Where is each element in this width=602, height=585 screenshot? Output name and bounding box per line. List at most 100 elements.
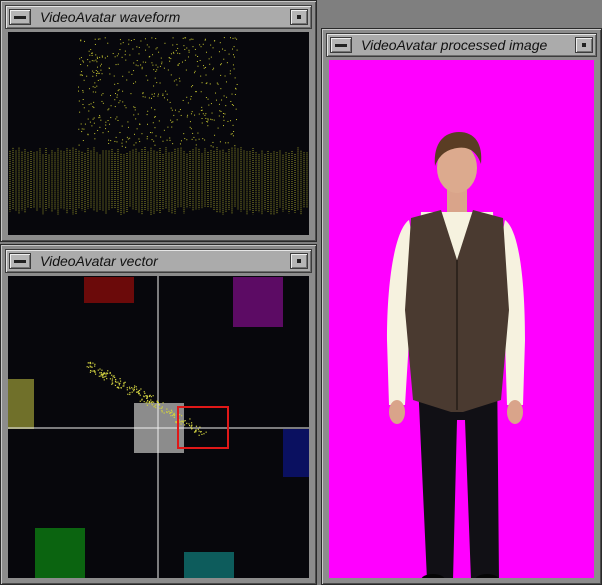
waveform-trace-dot: [100, 119, 102, 121]
waveform-trace-dot: [211, 119, 213, 121]
waveform-trace-dot: [195, 91, 197, 93]
waveform-trace-dot: [225, 142, 227, 144]
waveform-trace-dot: [78, 100, 80, 102]
waveform-trace-dot: [229, 73, 231, 75]
vector-trace-dot: [144, 392, 146, 394]
waveform-trace-dot: [95, 59, 97, 61]
waveform-trace-dot: [157, 66, 159, 68]
waveform-trace-dot: [227, 142, 229, 144]
vector-trace-dot: [115, 379, 117, 381]
vector-trace-dot: [124, 381, 126, 383]
vector-trace-dot: [188, 423, 190, 425]
waveform-trace-dot: [91, 125, 93, 127]
waveform-trace-dot: [95, 91, 97, 93]
window-menu-button[interactable]: [9, 9, 31, 25]
waveform-trace-dot: [139, 141, 141, 143]
waveform-trace-dot: [104, 37, 106, 39]
waveform-trace-dot: [151, 93, 153, 95]
waveform-window: VideoAvatar waveform: [0, 0, 317, 242]
waveform-trace-dot: [151, 62, 153, 64]
window-menu-button[interactable]: [330, 37, 352, 53]
waveform-trace-dot: [175, 109, 177, 111]
waveform-trace-dot: [92, 91, 94, 93]
waveform-trace-dot: [84, 123, 86, 125]
waveform-trace-dot: [100, 69, 102, 71]
waveform-trace-dot: [175, 79, 177, 81]
waveform-trace-dot: [183, 45, 185, 47]
waveform-trace-dot: [193, 136, 195, 138]
vector-trace-dot: [182, 421, 184, 424]
vector-trace-dot: [126, 389, 128, 391]
waveform-trace-dot: [153, 69, 155, 71]
waveform-trace-dot: [132, 48, 134, 50]
window-menu-button[interactable]: [9, 253, 31, 269]
vector-trace-dot: [102, 376, 104, 379]
minimize-button[interactable]: [290, 253, 308, 269]
waveform-trace-dot: [179, 143, 181, 145]
vector-trace-dot: [99, 372, 101, 374]
waveform-trace-dot: [135, 81, 137, 83]
waveform-trace-dot: [220, 64, 222, 66]
vector-trace-dot: [141, 399, 143, 401]
magenta-target-patch: [233, 277, 283, 327]
vector-trace-dot: [129, 388, 131, 390]
vector-trace-dot: [155, 407, 157, 409]
waveform-trace-dot: [95, 54, 97, 56]
waveform-trace-dot: [190, 95, 192, 97]
waveform-trace-dot: [138, 46, 140, 48]
left-hand: [389, 400, 405, 424]
vector-trace-dot: [111, 383, 113, 385]
waveform-trace-dot: [219, 141, 221, 143]
waveform-trace-dot: [177, 52, 179, 54]
waveform-trace-dot: [178, 77, 180, 79]
vector-trace-dot: [166, 408, 168, 410]
waveform-trace-dot: [117, 53, 119, 55]
waveform-trace-dot: [233, 68, 235, 70]
waveform-trace-dot: [119, 49, 121, 51]
waveform-trace-dot: [89, 121, 91, 123]
waveform-trace-dot: [170, 74, 172, 76]
waveform-trace-dot: [114, 140, 116, 142]
waveform-trace-dot: [180, 114, 182, 116]
waveform-trace-dot: [155, 64, 157, 66]
waveform-trace-dot: [204, 38, 206, 40]
waveform-trace-dot: [91, 54, 93, 56]
waveform-trace-dot: [219, 42, 221, 44]
waveform-trace-dot: [169, 101, 171, 103]
waveform-titlebar[interactable]: VideoAvatar waveform: [5, 5, 312, 29]
waveform-trace-dot: [150, 97, 152, 99]
minimize-button[interactable]: [290, 9, 308, 25]
waveform-trace-dot: [108, 67, 110, 69]
vector-trace-dot: [132, 390, 135, 392]
waveform-trace-dot: [190, 128, 192, 130]
vector-titlebar[interactable]: VideoAvatar vector: [5, 249, 312, 273]
waveform-trace-dot: [108, 108, 110, 110]
waveform-trace-dot: [180, 140, 182, 142]
waveform-trace-dot: [172, 51, 174, 53]
vector-trace-dot: [107, 370, 109, 372]
waveform-trace-dot: [210, 56, 212, 58]
vector-trace-dot: [103, 376, 105, 378]
waveform-trace-dot: [154, 144, 156, 146]
waveform-trace-dot: [125, 146, 127, 148]
waveform-trace-dot: [97, 129, 99, 131]
vector-trace-dot: [89, 365, 91, 367]
minimize-button[interactable]: [575, 37, 593, 53]
waveform-trace-dot: [144, 96, 146, 98]
waveform-trace-dot: [91, 60, 93, 62]
waveform-trace-dot: [88, 88, 90, 90]
waveform-trace-dot: [99, 116, 101, 118]
waveform-trace-dot: [96, 61, 98, 63]
image-titlebar[interactable]: VideoAvatar processed image: [326, 33, 597, 57]
waveform-trace-dot: [149, 132, 151, 134]
waveform-trace-dot: [189, 121, 191, 123]
waveform-trace-dot: [214, 134, 216, 136]
waveform-trace-dot: [84, 40, 86, 42]
vector-trace-dot: [156, 400, 158, 402]
vector-trace-dot: [91, 370, 93, 372]
vector-trace-dot: [138, 389, 141, 392]
waveform-trace-dot: [129, 137, 131, 139]
vector-trace-dot: [148, 400, 151, 403]
window-title: VideoAvatar processed image: [361, 37, 548, 53]
waveform-trace-dot: [190, 98, 192, 100]
